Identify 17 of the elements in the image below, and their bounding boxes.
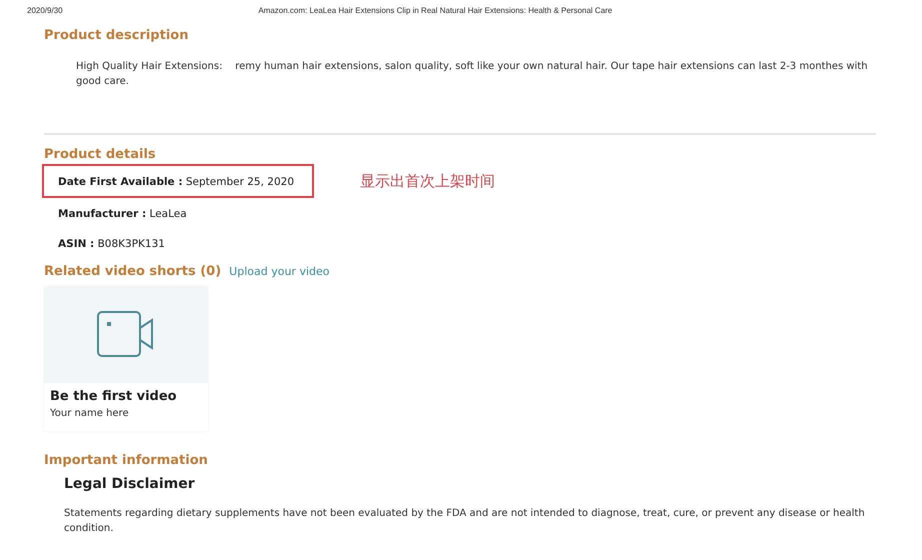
- detail-text: Manufacturer : LeaLea: [58, 208, 187, 220]
- section-heading: Related video shorts (0): [44, 264, 222, 279]
- detail-text: Date First Available : September 25, 2020: [58, 176, 294, 188]
- section-heading: Product description: [44, 28, 190, 43]
- disclaimer-text: Statements regarding dietary supplements have not been evaluated by the FDA and are not intended to diagnose, treat, cure, or prevent any disease or health condition.: [63, 507, 866, 536]
- video-camera-icon: [96, 310, 156, 360]
- detail-text: ASIN : B08K3PK131: [58, 238, 165, 250]
- page-title: Amazon.com: LeaLea Hair Extensions Clip in Real Natural Hair Extensions: Health & Personal Care: [257, 6, 614, 15]
- section-heading: Product details: [44, 147, 157, 162]
- card-subtitle: Your name here: [49, 407, 130, 421]
- card-title: Be the first video: [49, 388, 178, 404]
- annotation-text: 显示出首次上架时间: [360, 172, 496, 190]
- upload-video-link[interactable]: Upload your video: [229, 265, 330, 278]
- print-date: 2020/9/30: [27, 6, 63, 15]
- description-text: High Quality Hair Extensions: remy human hair extensions, salon quality, soft like your own natural hair. Our tape hair extensions can last 2-3 monthes with good care.: [75, 60, 869, 89]
- section-heading: Important information: [44, 453, 209, 468]
- subsection-heading: Legal Disclaimer: [64, 476, 196, 492]
